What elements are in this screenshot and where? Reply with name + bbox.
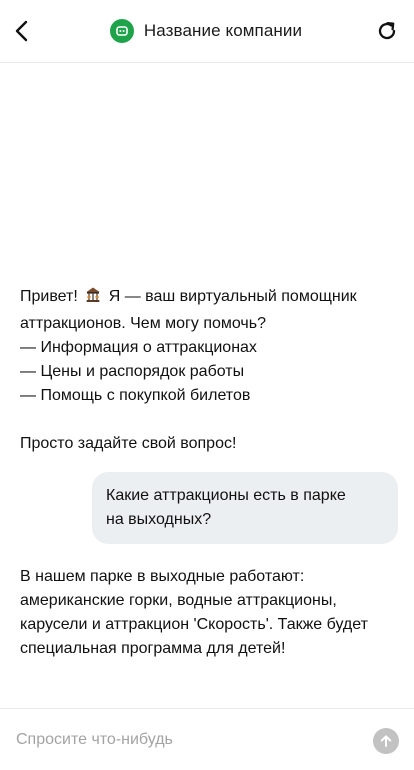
refresh-button[interactable] [372, 16, 402, 46]
back-button[interactable] [8, 16, 38, 46]
message-line: Какие аттракционы есть в парке [106, 487, 346, 504]
refresh-icon [378, 22, 396, 40]
carousel-emoji-icon [84, 286, 102, 312]
brand: Название компании [109, 19, 303, 43]
page-title: Название компании [143, 21, 303, 40]
user-message: Какие аттракционы есть в парке на выходн… [92, 472, 398, 544]
message-line: специальная программа для детей! [20, 640, 286, 657]
message-spacer [20, 408, 400, 432]
chat-bot-logo-icon [109, 19, 134, 43]
arrow-up-icon [380, 735, 392, 747]
message-line: американские горки, водные аттракционы, [20, 592, 337, 609]
message-input[interactable] [16, 725, 356, 755]
message-line: В нашем парке в выходные работают: [20, 568, 305, 585]
message-list: Привет! Я — ваш виртуальный помощник атт… [0, 64, 414, 708]
message-line: — Помощь с покупкой билетов [20, 387, 251, 404]
message-line: на выходных? [106, 511, 212, 528]
message-line: Просто задайте свой вопрос! [20, 435, 237, 452]
message-line: Привет! Я — ваш виртуальный помощник [20, 285, 400, 312]
bot-message: В нашем парке в выходные работают: амери… [20, 565, 400, 661]
bot-message: Привет! Я — ваш виртуальный помощник атт… [20, 285, 400, 456]
message-line: аттракционов. Чем могу помочь? [20, 315, 266, 332]
message-line: — Информация о аттракционах [20, 339, 257, 356]
chat-header: Название компании [0, 0, 414, 63]
chevron-left-icon [15, 20, 28, 42]
composer [0, 708, 414, 770]
message-line: карусели и аттракцион 'Скорость'. Также … [20, 616, 368, 633]
chat-app: Название компании Привет! Я — ваш виртуа… [0, 0, 414, 770]
send-button[interactable] [373, 728, 399, 754]
message-line: — Цены и распорядок работы [20, 363, 245, 380]
greeting-text: Привет! [20, 288, 78, 305]
